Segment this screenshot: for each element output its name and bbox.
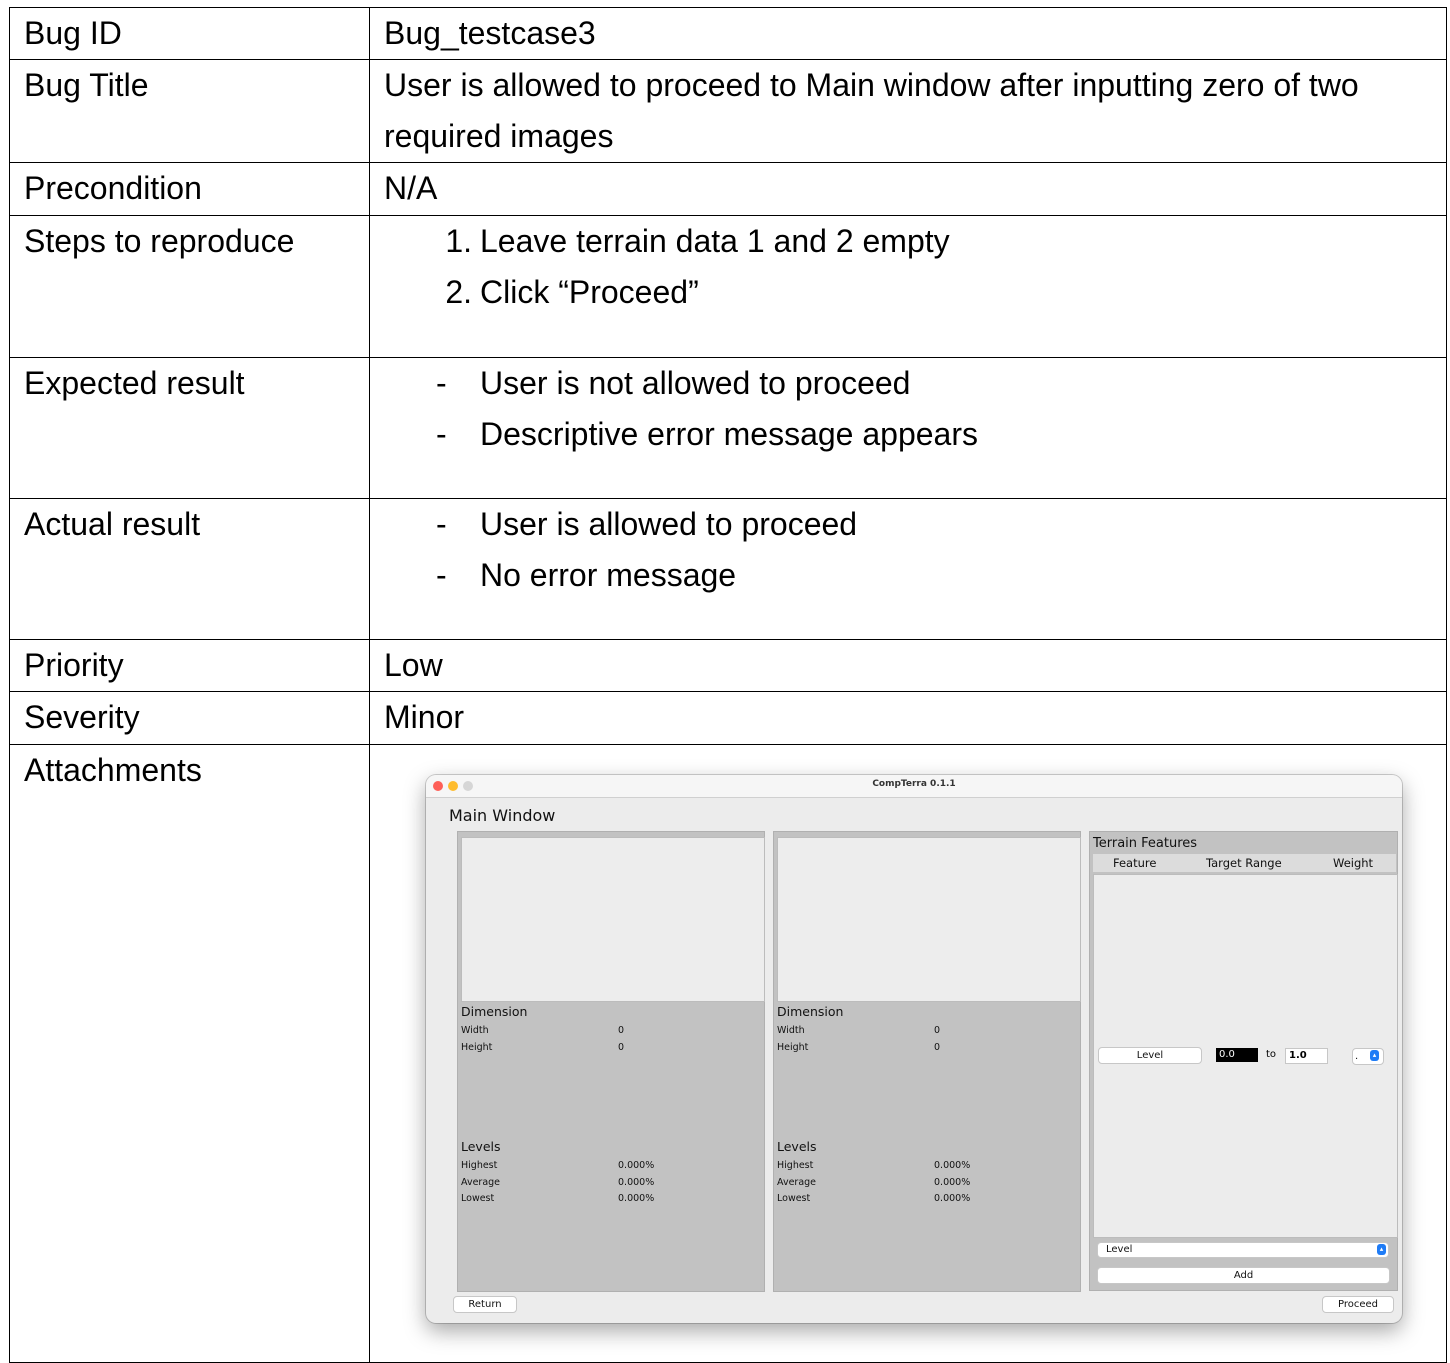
feature-select[interactable]: Level — [1097, 1242, 1389, 1258]
severity-value: Minor — [369, 691, 1447, 745]
priority-label: Priority — [9, 639, 370, 692]
width-label: Width — [777, 1025, 805, 1036]
step-text: Leave terrain data 1 and 2 empty — [480, 223, 950, 259]
terrain-image-1 — [461, 837, 765, 1002]
weight-stepper-icon[interactable]: ▴ — [1370, 1050, 1379, 1061]
lowest-label: Lowest — [777, 1193, 811, 1204]
feature-level-button[interactable]: Level — [1098, 1047, 1202, 1064]
main-window-label: Main Window — [449, 806, 556, 825]
col-target-range: Target Range — [1206, 856, 1282, 870]
priority-value: Low — [369, 639, 1447, 692]
terrain-features-columns: Feature Target Range Weight — [1093, 854, 1396, 872]
severity-label: Severity — [9, 691, 370, 745]
width-value: 0 — [934, 1025, 941, 1036]
dimension-heading: Dimension — [777, 1004, 844, 1019]
step-marker: 2. — [445, 274, 472, 310]
expected-text: User is not allowed to proceed — [480, 365, 911, 401]
lowest-value: 0.000% — [934, 1193, 971, 1204]
step-item: 1. Leave terrain data 1 and 2 empty — [384, 216, 1446, 267]
dimension-heading: Dimension — [461, 1004, 528, 1019]
terrain-image-2 — [777, 837, 1081, 1002]
expected-list: - User is not allowed to proceed - Descrip… — [369, 357, 1447, 499]
weight-select[interactable]: . — [1352, 1048, 1384, 1065]
step-item: 2. Click “Proceed” — [384, 267, 1446, 318]
add-feature-button[interactable]: Add — [1097, 1267, 1390, 1284]
attachments-label: Attachments — [9, 744, 370, 1363]
bug-title-value: User is allowed to proceed to Main windo… — [369, 59, 1447, 163]
bullet-marker: - — [436, 416, 447, 452]
bullet-marker: - — [436, 557, 447, 593]
highest-value: 0.000% — [934, 1160, 971, 1171]
col-weight: Weight — [1333, 856, 1374, 870]
range-max-input[interactable]: 1.0 — [1285, 1048, 1328, 1064]
range-to-label: to — [1266, 1049, 1277, 1060]
bullet-marker: - — [436, 506, 447, 542]
expected-item: - Descriptive error message appears — [384, 409, 1446, 460]
expected-item: - User is not allowed to proceed — [384, 358, 1446, 409]
terrain-panel-1: Dimension Width 0 Height 0 Levels Highes… — [457, 831, 765, 1292]
highest-value: 0.000% — [618, 1160, 655, 1171]
weight-value: . — [1355, 1051, 1359, 1062]
window-titlebar: CompTerra 0.1.1 — [426, 775, 1402, 798]
width-label: Width — [461, 1025, 489, 1036]
average-label: Average — [777, 1177, 817, 1188]
col-feature: Feature — [1113, 856, 1157, 870]
average-value: 0.000% — [934, 1177, 971, 1188]
proceed-button[interactable]: Proceed — [1322, 1296, 1394, 1313]
bug-title-label: Bug Title — [9, 59, 370, 163]
lowest-value: 0.000% — [618, 1193, 655, 1204]
actual-item: - No error message — [384, 550, 1446, 601]
height-label: Height — [461, 1042, 493, 1053]
actual-label: Actual result — [9, 498, 370, 640]
levels-heading: Levels — [777, 1139, 817, 1154]
actual-text: No error message — [480, 557, 737, 593]
terrain-features-panel: Terrain Features Feature Target Range We… — [1089, 831, 1398, 1291]
width-value: 0 — [618, 1025, 625, 1036]
average-label: Average — [461, 1177, 501, 1188]
highest-label: Highest — [777, 1160, 814, 1171]
terrain-panel-2: Dimension Width 0 Height 0 Levels Highes… — [773, 831, 1081, 1292]
attachment-screenshot: CompTerra 0.1.1 Main Window Dimension Wi… — [426, 775, 1402, 1323]
height-value: 0 — [618, 1042, 625, 1053]
precondition-value: N/A — [369, 162, 1447, 216]
average-value: 0.000% — [618, 1177, 655, 1188]
step-marker: 1. — [445, 223, 472, 259]
bug-id-value: Bug_testcase3 — [369, 7, 1447, 60]
height-label: Height — [777, 1042, 809, 1053]
steps-label: Steps to reproduce — [9, 215, 370, 358]
height-value: 0 — [934, 1042, 941, 1053]
precondition-label: Precondition — [9, 162, 370, 216]
actual-item: - User is allowed to proceed — [384, 499, 1446, 550]
window-title: CompTerra 0.1.1 — [872, 779, 956, 789]
bug-id-label: Bug ID — [9, 7, 370, 60]
levels-heading: Levels — [461, 1139, 501, 1154]
lowest-label: Lowest — [461, 1193, 495, 1204]
steps-list: 1. Leave terrain data 1 and 2 empty 2. Cli… — [369, 215, 1447, 358]
actual-text: User is allowed to proceed — [480, 506, 858, 542]
step-text: Click “Proceed” — [480, 274, 699, 310]
bullet-marker: - — [436, 365, 447, 401]
terrain-features-list: Level 0.0 to 1.0 . ▴ — [1093, 874, 1398, 1238]
return-button[interactable]: Return — [453, 1296, 517, 1313]
highest-label: Highest — [461, 1160, 498, 1171]
terrain-features-heading: Terrain Features — [1093, 836, 1198, 851]
feature-select-chevron-icon[interactable]: ▴ — [1377, 1244, 1386, 1255]
expected-label: Expected result — [9, 357, 370, 499]
range-min-input[interactable]: 0.0 — [1216, 1048, 1258, 1062]
expected-text: Descriptive error message appears — [480, 416, 978, 452]
actual-list: - User is allowed to proceed - No error me… — [369, 498, 1447, 640]
